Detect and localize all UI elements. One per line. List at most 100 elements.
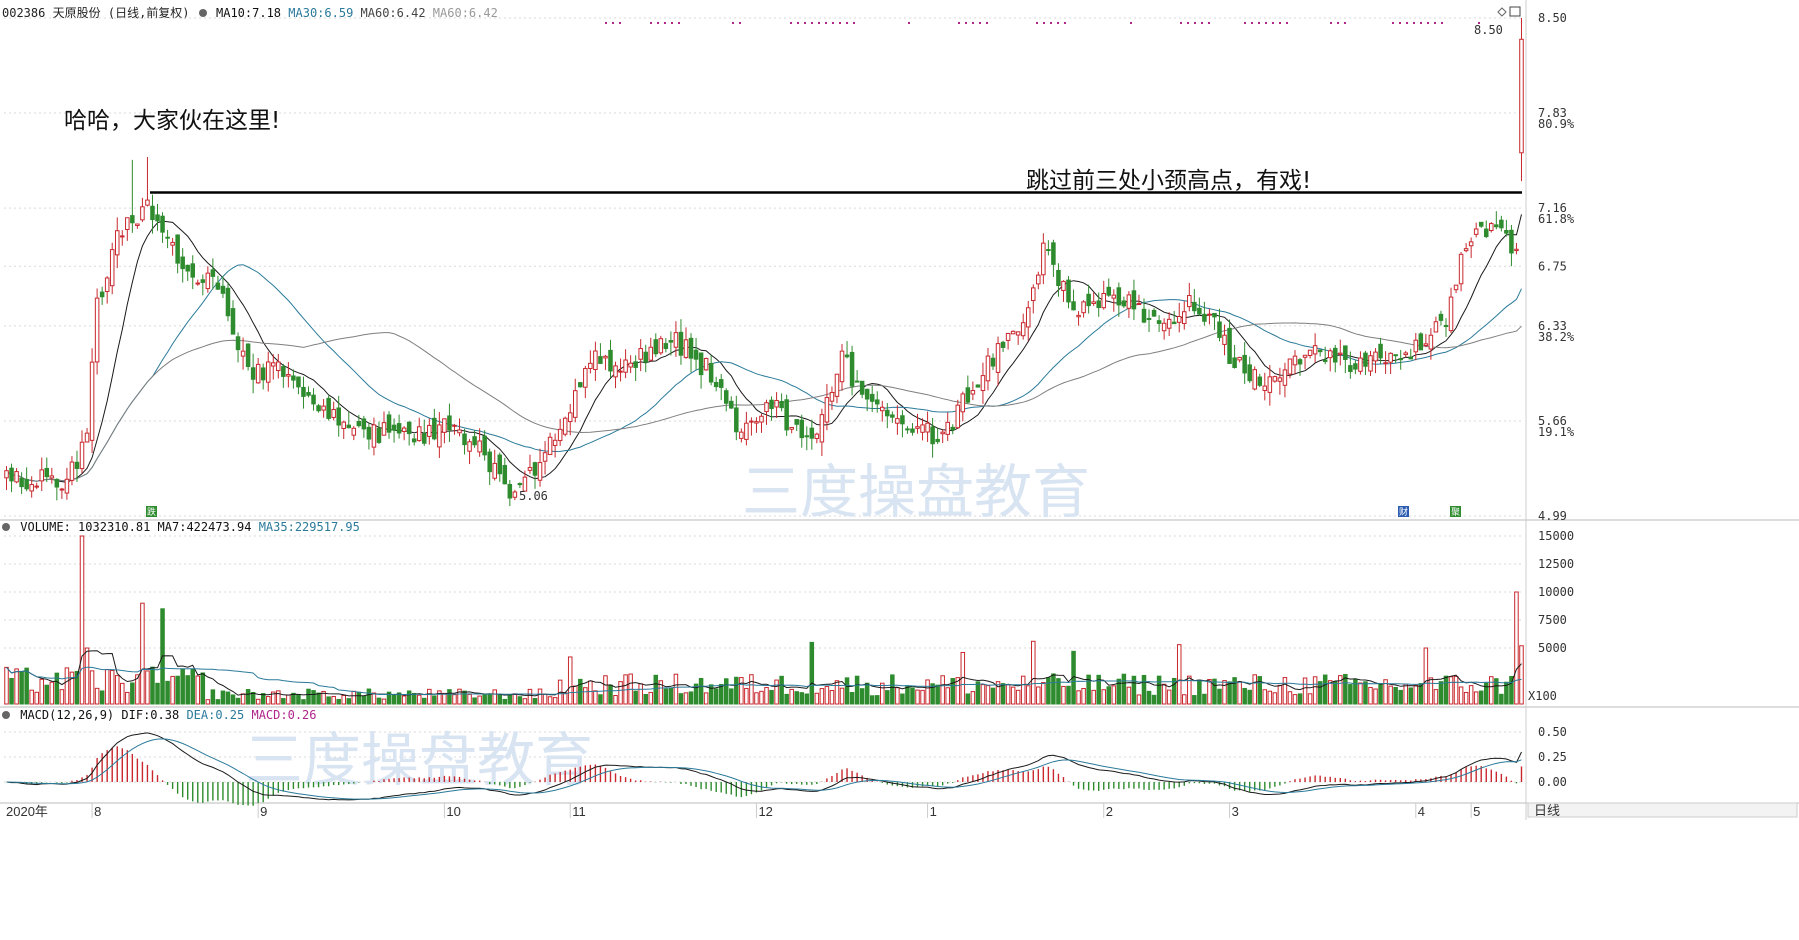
candle-down [688,337,694,359]
volume-bar [552,697,558,705]
volume-bar [824,686,830,705]
volume-bar [839,687,845,705]
volume-bar [648,691,654,705]
price-tick-label: 8.50 [1538,11,1567,25]
candle-down [844,354,850,358]
candle-up [542,452,548,462]
candle-up [4,470,9,479]
ma10-line [6,214,1522,483]
candle-up [1031,287,1036,302]
event-marker-dot [1130,22,1132,24]
volume-bar [1514,591,1519,705]
volume-bar [910,687,915,705]
volume-bar [371,692,377,705]
price-tick-label: 6.75 [1538,259,1567,273]
volume-bar [1171,677,1177,705]
candle-down [723,390,729,404]
candle-up [673,332,679,348]
candle-down [779,400,784,409]
candle-down [230,308,236,335]
candle-up [371,424,377,448]
candle-up [1307,349,1313,356]
candle-up [39,469,45,482]
candle-down [1202,313,1207,322]
candle-up [1448,296,1454,332]
candle-up [1237,356,1242,361]
month-label: 3 [1232,804,1239,819]
volume-bar [935,684,940,705]
volume-bar [1041,682,1046,705]
volume-bar [401,695,407,705]
event-marker-dot [605,22,607,24]
candle-up [205,272,211,290]
period-button[interactable] [1527,802,1798,818]
volume-bar [477,695,482,705]
candle-up [683,339,689,358]
volume-bar [739,677,744,705]
candle-up [477,440,482,453]
candle-down [804,435,810,438]
event-marker-dot [650,22,652,24]
candle-down [975,384,981,388]
event-marker-dot [832,22,834,24]
candle-up [1413,339,1419,353]
candle-up [1302,354,1308,358]
candle-up [452,424,457,427]
volume-bar [19,670,24,705]
candle-down [130,215,135,224]
volume-bar [754,692,759,705]
candle-up [613,365,618,378]
candle-down [1257,376,1263,386]
candle-down [1478,221,1484,227]
candle-up [79,441,85,470]
candle-up [1015,331,1021,336]
candle-up [1187,295,1192,308]
fib-percent-label: 19.1% [1538,425,1575,439]
maximize-icon[interactable] [1509,6,1521,17]
volume-unit-label: X100 [1528,689,1557,703]
volume-bar [965,693,971,705]
candle-down [406,421,412,435]
candle-up [1287,358,1293,375]
candle-up [547,436,553,456]
volume-bar [764,687,769,705]
candle-down [1066,279,1071,303]
period-low-label: 5.06 [519,489,548,503]
volume-bar [603,675,608,705]
volume-bar [718,683,724,705]
event-marker-dot [1265,22,1267,24]
price-tick-label: 4.99 [1538,509,1567,523]
diamond-icon[interactable] [1497,7,1507,17]
volume-bar [260,693,266,705]
stock-chart[interactable]: 三度操盘教育三度操盘教育 8.507.837.166.756.335.664.9… [0,0,1799,940]
candle-up [1252,369,1257,390]
volume-bar [1151,694,1157,705]
volume-bar [447,689,452,705]
event-marker-dot [1050,22,1052,24]
candle-down [1212,312,1217,318]
candle-up [467,441,472,452]
volume-bar [1207,678,1212,705]
candle-up [512,491,518,498]
candle-up [1166,318,1172,329]
candle-up [416,426,422,442]
event-marker-dot [1413,22,1415,24]
month-label: 1 [930,804,937,819]
candle-down [1353,363,1358,370]
candle-up [1010,330,1016,335]
volume-bar [255,698,261,705]
volume-bar [980,684,986,705]
event-marker-dot [1344,22,1346,24]
candle-up [774,399,779,408]
volume-bar [1302,677,1308,705]
candle-up [1453,284,1459,291]
volume-bar [729,688,734,705]
volume-bar [326,696,331,705]
candle-up [557,428,563,442]
volume-bar [205,699,211,705]
candle-down [1378,343,1383,359]
candle-up [703,357,709,371]
volume-bar [653,674,659,705]
volume-bar [245,689,251,705]
volume-bar [734,676,739,705]
